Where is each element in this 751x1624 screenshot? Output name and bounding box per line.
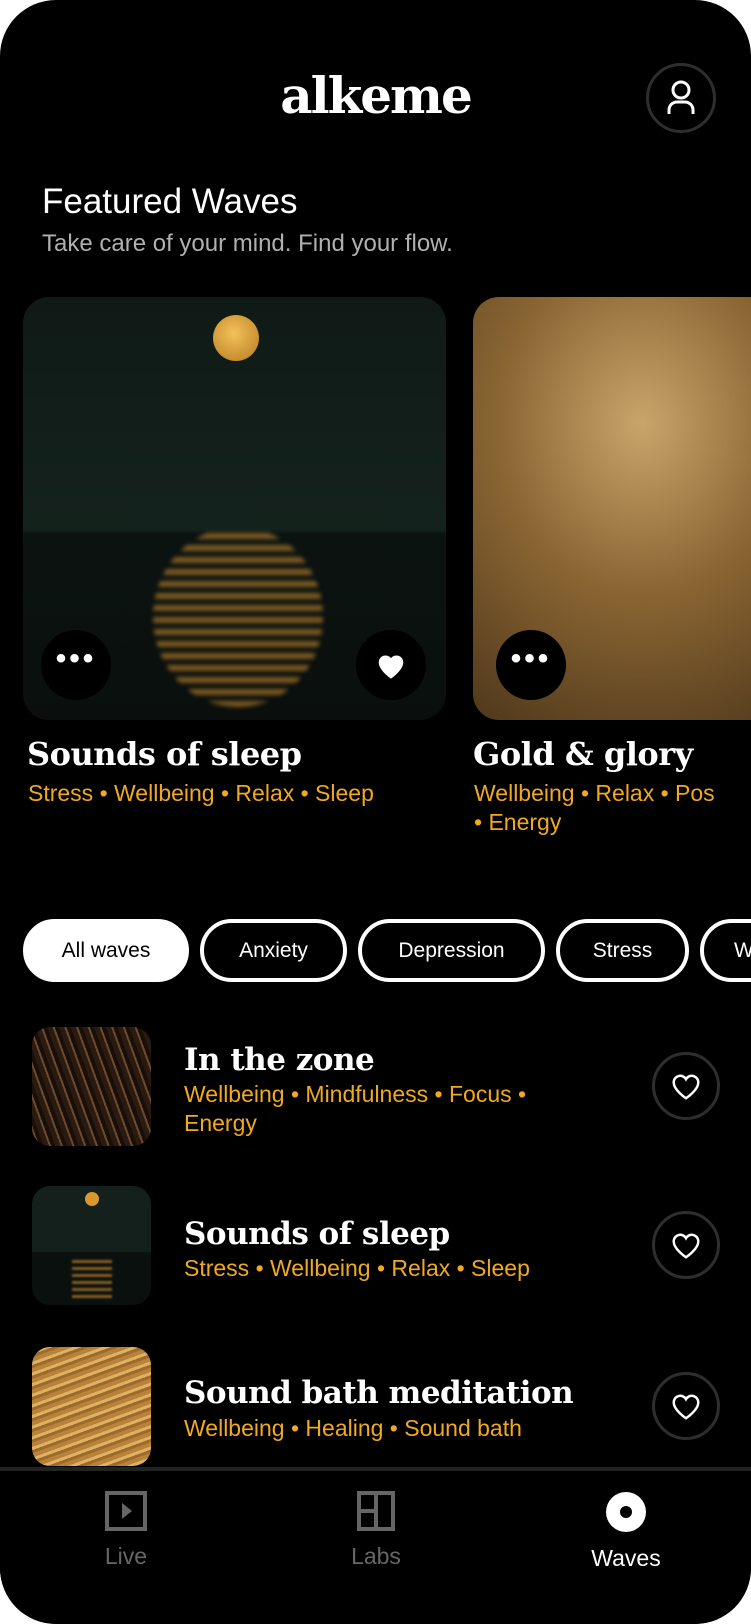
wave-tags: Stress • Wellbeing • Relax • Sleep: [184, 1255, 530, 1281]
nav-label: Live: [104, 1543, 148, 1569]
card-tags-line2: • Energy: [474, 809, 562, 835]
wave-thumbnail[interactable]: [32, 1027, 151, 1146]
favorite-button[interactable]: [652, 1052, 720, 1120]
nav-label: Waves: [591, 1545, 661, 1571]
wave-title[interactable]: In the zone: [184, 1042, 375, 1078]
heart-filled-icon: [378, 655, 404, 679]
wave-thumbnail[interactable]: [32, 1347, 151, 1466]
section-subtitle: Take care of your mind. Find your flow.: [42, 230, 453, 257]
nav-labs[interactable]: Labs: [276, 1491, 476, 1570]
heart-icon: [672, 1074, 700, 1100]
app-logo: alkeme: [280, 66, 473, 125]
moon-reflection: [153, 527, 323, 707]
nav-waves[interactable]: Waves: [526, 1491, 726, 1572]
app-screen: alkeme Featured Waves Take care of your …: [0, 0, 751, 1624]
heart-icon: [672, 1394, 700, 1420]
card-title: Gold & glory: [473, 735, 693, 773]
favorite-button[interactable]: [356, 630, 426, 700]
wave-thumbnail[interactable]: [32, 1186, 151, 1305]
profile-button[interactable]: [646, 63, 716, 133]
play-square-icon: [105, 1491, 147, 1531]
more-icon: •••: [510, 642, 552, 675]
more-button[interactable]: •••: [41, 630, 111, 700]
bottom-nav: Live Labs Waves: [0, 1467, 751, 1624]
user-icon: [667, 80, 695, 114]
featured-card-sounds-of-sleep[interactable]: •••: [23, 297, 446, 720]
filter-chip-anxiety[interactable]: Anxiety: [200, 919, 347, 982]
wave-title[interactable]: Sounds of sleep: [184, 1216, 450, 1252]
more-button[interactable]: •••: [496, 630, 566, 700]
nav-label: Labs: [351, 1543, 401, 1569]
card-tags: Stress • Wellbeing • Relax • Sleep: [28, 780, 374, 806]
nav-live[interactable]: Live: [26, 1491, 226, 1570]
card-tags: Wellbeing • Relax • Pos: [474, 780, 715, 806]
favorite-button[interactable]: [652, 1211, 720, 1279]
moon-image: [213, 315, 259, 361]
filter-chip-depression[interactable]: Depression: [358, 919, 545, 982]
disc-icon: [606, 1492, 646, 1532]
favorite-button[interactable]: [652, 1372, 720, 1440]
card-title: Sounds of sleep: [27, 735, 302, 773]
filter-chip-all-waves[interactable]: All waves: [23, 919, 189, 982]
heart-icon: [672, 1233, 700, 1259]
filter-chip-stress[interactable]: Stress: [556, 919, 689, 982]
filter-chip-more[interactable]: W: [700, 919, 751, 982]
layout-icon: [357, 1491, 395, 1531]
wave-tags: Wellbeing • Mindfulness • Focus • Energy: [184, 1081, 527, 1136]
more-icon: •••: [55, 642, 97, 675]
wave-title[interactable]: Sound bath meditation: [184, 1375, 574, 1411]
wave-tags: Wellbeing • Healing • Sound bath: [184, 1415, 522, 1441]
section-title: Featured Waves: [42, 182, 298, 221]
featured-card-gold-and-glory[interactable]: •••: [473, 297, 751, 720]
